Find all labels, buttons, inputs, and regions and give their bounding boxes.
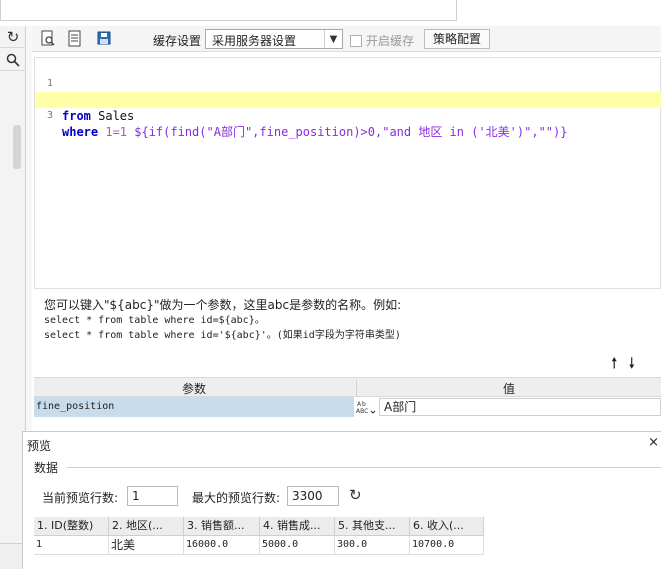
grid-header-id[interactable]: 1. ID(整数) xyxy=(34,517,109,536)
grid-header-region[interactable]: 2. 地区(... xyxy=(109,517,184,536)
sql-editor[interactable]: 1 select * 2 from Sales 3 where 1=1 ${if… xyxy=(34,57,661,289)
grid-cell: 16000.0 xyxy=(184,536,260,555)
max-rows-input[interactable]: 3300 xyxy=(287,486,339,506)
group-divider xyxy=(67,467,661,468)
sql-formula: ${if(find("A部门",fine_position)>0,"and 地区… xyxy=(134,125,568,139)
data-group-label: 数据 xyxy=(34,459,63,476)
cache-settings-label: 缓存设置 xyxy=(153,34,202,48)
current-rows-label: 当前预览行数: xyxy=(42,491,119,505)
open-cache-label: 开启缓存 xyxy=(366,34,415,48)
hint-line-1: 您可以键入"${abc}"做为一个参数，这里abc是参数的名称。例如: xyxy=(44,298,402,312)
arrow-down-icon[interactable]: 🠗 xyxy=(628,353,634,378)
sql-text: 1=1 xyxy=(98,125,135,139)
code-line-3: 3 where 1=1 ${if(find("A部门",fine_positio… xyxy=(35,92,661,139)
sql-keyword: where xyxy=(62,125,99,139)
grid-cell: 300.0 xyxy=(335,536,410,555)
param-col-value: 值 xyxy=(356,380,661,397)
arrow-up-icon[interactable]: 🠕 xyxy=(611,353,617,378)
parameter-hint: 您可以键入"${abc}"做为一个参数，这里abc是参数的名称。例如: sele… xyxy=(44,298,401,343)
chevron-down-icon[interactable]: ▼ xyxy=(324,30,342,48)
code-line-2: 2 from Sales xyxy=(35,76,661,123)
checkbox-box[interactable] xyxy=(350,34,362,47)
svg-text:ABC: ABC xyxy=(356,408,368,415)
grid-cell: 10700.0 xyxy=(410,536,484,555)
sql-text: Sales xyxy=(90,109,135,123)
grid-cell: 1 xyxy=(34,536,109,555)
code-line-1: 1 select * xyxy=(35,60,661,107)
grid-cell: 5000.0 xyxy=(260,536,335,555)
grid-cell: 北美 xyxy=(109,536,184,555)
grid-header-sales[interactable]: 3. 销售额... xyxy=(184,517,260,536)
open-cache-checkbox[interactable]: 开启缓存 xyxy=(350,32,414,49)
dataset-toolbar: 缓存设置 采用服务器设置 ▼ 开启缓存 策略配置 xyxy=(32,26,661,52)
hint-line-3: select * from table where id='${abc}'。(如… xyxy=(44,330,401,341)
refresh-icon[interactable]: ↻ xyxy=(0,26,26,48)
preview-title: 预览 xyxy=(27,439,52,453)
line-number: 3 xyxy=(46,110,53,121)
left-scrollbar-thumb[interactable] xyxy=(13,125,21,169)
table-row[interactable]: 1 北美 16000.0 5000.0 300.0 10700.0 xyxy=(34,536,489,555)
table-data-icon[interactable] xyxy=(66,30,83,47)
param-order-arrows: 🠕 🠗 xyxy=(611,353,635,378)
param-row[interactable]: fine_position Ab ABC A部门 xyxy=(34,397,661,417)
top-address-field[interactable] xyxy=(0,0,457,21)
svg-text:b: b xyxy=(362,401,366,408)
data-group: 数据 当前预览行数: 1 最大的预览行数: 3300 ↻ 1. ID(整数) 2… xyxy=(29,456,661,569)
preview-grid: 1. ID(整数) 2. 地区(... 3. 销售额... 4. 销售成... … xyxy=(34,517,489,555)
grid-header-income[interactable]: 6. 收入(... xyxy=(410,517,484,536)
preview-sql-icon[interactable] xyxy=(40,30,57,47)
hint-line-2: select * from table where id=${abc}。 xyxy=(44,315,265,326)
close-icon[interactable]: × xyxy=(648,435,659,450)
search-icon[interactable] xyxy=(0,49,26,71)
preview-panel: 预览 × 数据 当前预览行数: 1 最大的预览行数: 3300 ↻ 1. ID(… xyxy=(22,431,661,569)
param-col-name: 参数 xyxy=(181,382,206,396)
string-type-icon[interactable]: Ab ABC xyxy=(356,399,376,415)
bottom-left-corner xyxy=(0,543,22,569)
current-rows-input[interactable]: 1 xyxy=(127,486,178,506)
sql-keyword: from xyxy=(62,109,91,123)
grid-header-row: 1. ID(整数) 2. 地区(... 3. 销售额... 4. 销售成... … xyxy=(34,517,489,536)
cache-mode-value: 采用服务器设置 xyxy=(212,34,297,48)
refresh-icon[interactable]: ↻ xyxy=(349,486,362,504)
grid-header-other[interactable]: 5. 其他支... xyxy=(335,517,410,536)
param-name-cell[interactable]: fine_position xyxy=(34,397,354,417)
cache-mode-select[interactable]: 采用服务器设置 ▼ xyxy=(205,29,343,49)
grid-header-cost[interactable]: 4. 销售成... xyxy=(260,517,335,536)
policy-config-button[interactable]: 策略配置 xyxy=(424,29,490,49)
param-value-input[interactable]: A部门 xyxy=(379,398,661,416)
param-table-header: 参数 值 xyxy=(34,377,661,397)
max-rows-label: 最大的预览行数: xyxy=(192,491,281,505)
cache-save-icon[interactable] xyxy=(96,30,113,47)
